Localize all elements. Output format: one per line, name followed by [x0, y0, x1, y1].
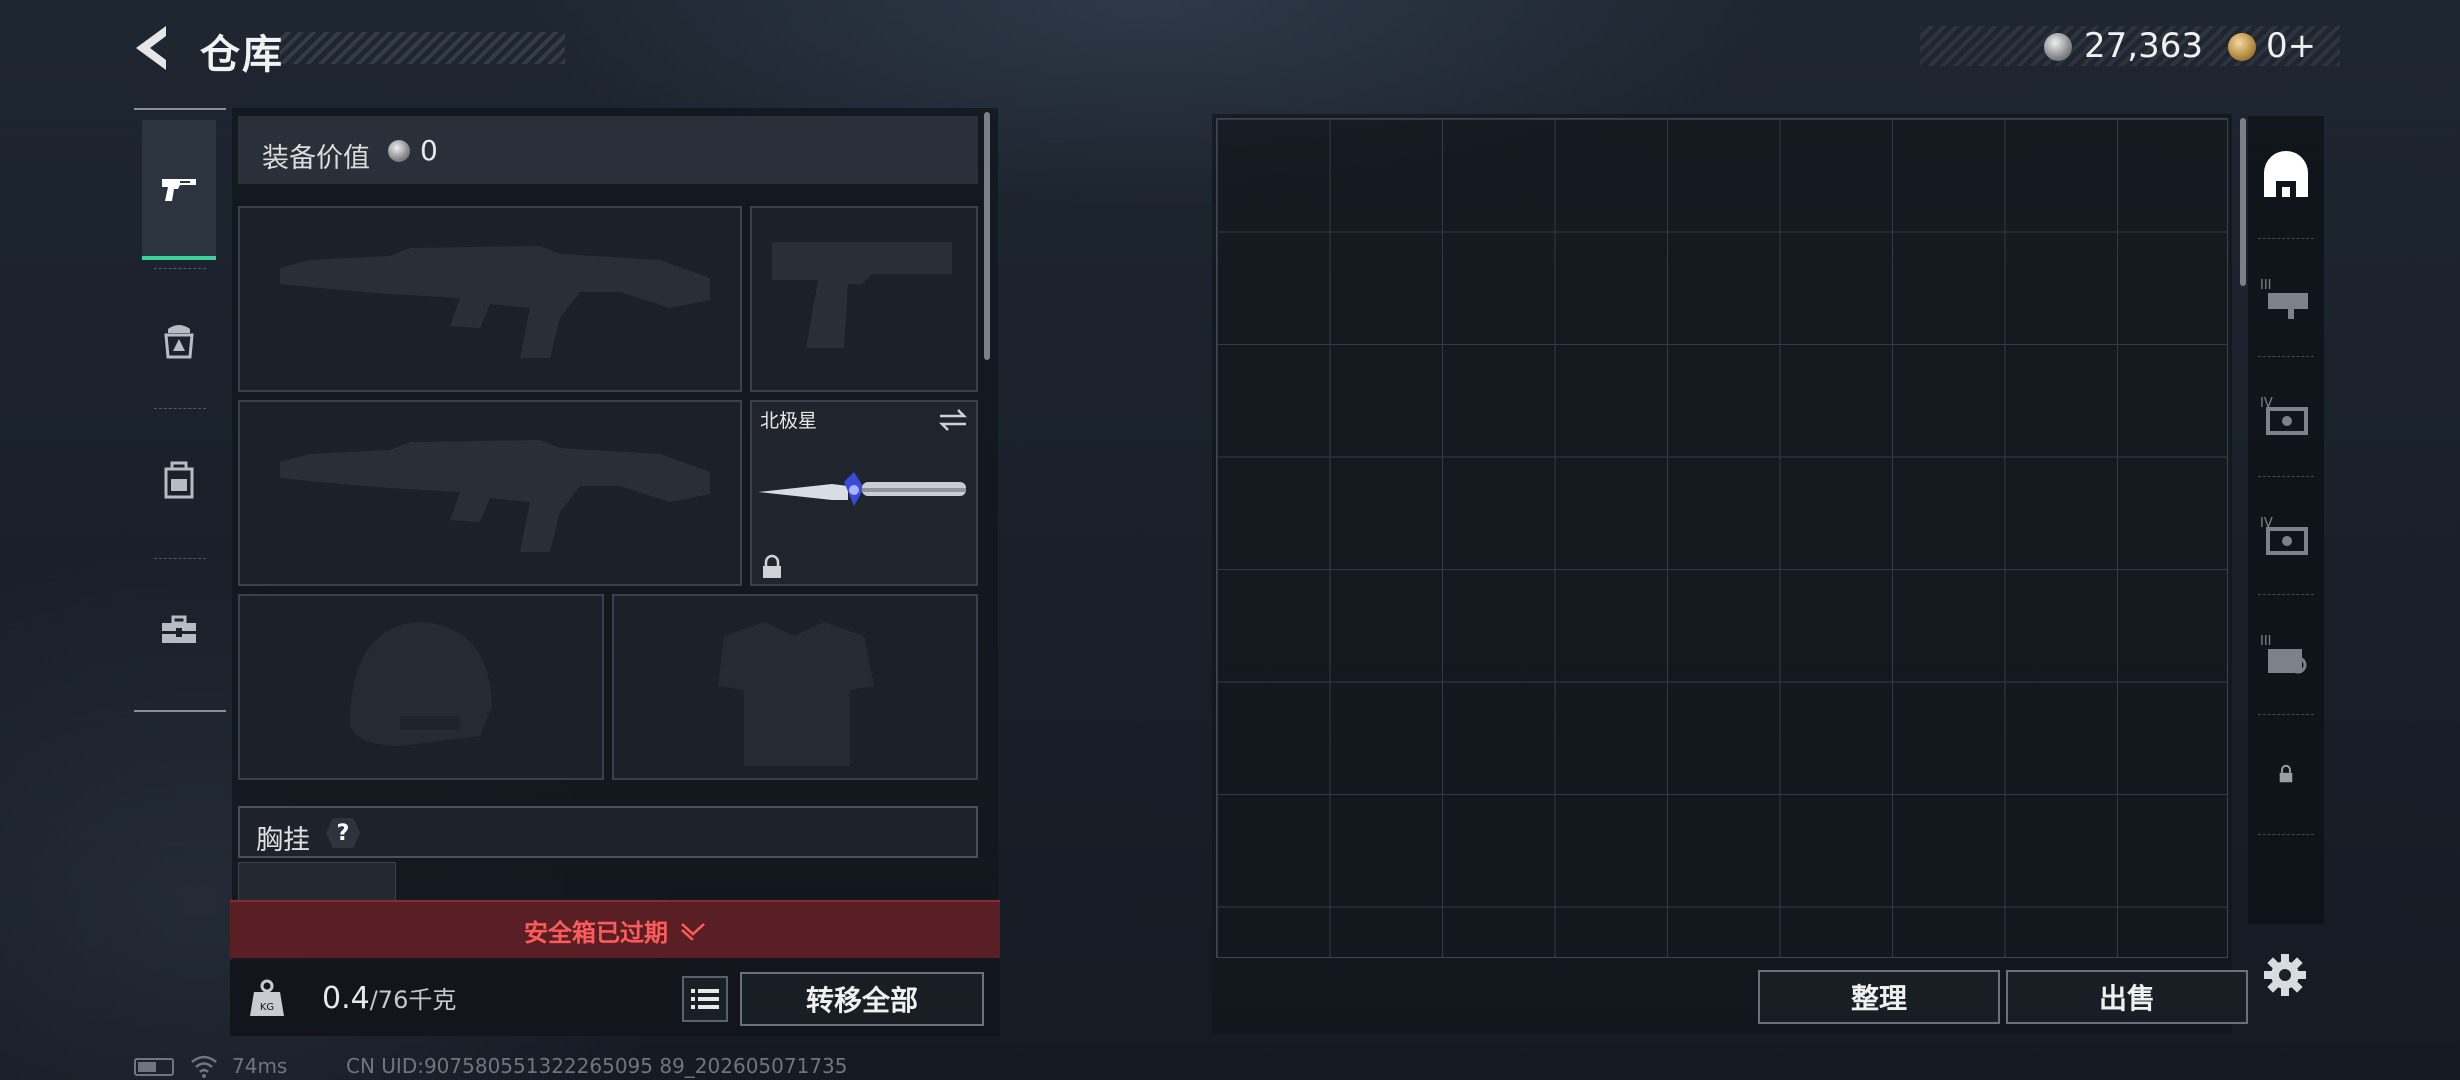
rifle-silhouette-icon: [280, 246, 710, 358]
armor-silhouette-icon: [718, 622, 874, 766]
storage-panel: 整理 出售: [1212, 114, 2248, 1034]
chest-rig-help-button[interactable]: ?: [326, 818, 360, 848]
storage-grid[interactable]: [1216, 118, 2228, 958]
weight-current: 0.4: [322, 981, 370, 1016]
lock-icon: [763, 554, 781, 578]
divider: [154, 558, 206, 559]
chest-rig-label: 胸挂: [256, 825, 310, 856]
rifle-silhouette-icon: [280, 440, 710, 552]
tab-storage-case-iv[interactable]: IV: [2248, 358, 2324, 474]
divider: [2258, 714, 2314, 715]
category-toolbox[interactable]: [142, 560, 216, 700]
category-backpack[interactable]: [142, 410, 216, 550]
primary-weapon-slot-2[interactable]: [238, 400, 742, 586]
equipment-value-header: 装备价值 0: [238, 116, 978, 184]
svg-text:III: III: [2260, 278, 2272, 293]
page-title: 仓库: [200, 32, 284, 78]
pistol-silhouette-icon: [772, 242, 952, 348]
divider: [2258, 834, 2314, 835]
divider: [154, 408, 206, 409]
ping-readout: 74ms: [232, 1054, 288, 1078]
storage-case-iv-icon: IV: [2260, 396, 2308, 435]
divider: [2258, 476, 2314, 477]
tab-storage-case-iv-alt[interactable]: IV: [2248, 478, 2324, 594]
storage-case-iii-icon: III: [2260, 278, 2308, 319]
list-icon: [691, 989, 719, 1009]
chevron-down-icon: [681, 923, 705, 940]
tab-warehouse[interactable]: [2248, 118, 2324, 234]
svg-text:III: III: [2260, 634, 2272, 649]
helmet-silhouette-icon: [350, 622, 492, 746]
title-decoration: [280, 32, 565, 64]
category-sidebar: [134, 108, 226, 712]
gold-coin-icon: [2228, 33, 2256, 61]
svg-text:KG: KG: [260, 1002, 274, 1013]
weight-max: /76千克: [369, 986, 457, 1014]
safebox-expired-text: 安全箱已过期: [524, 918, 668, 947]
silver-coin-icon: [2044, 33, 2072, 61]
equipment-panel: 装备价值 0 北极星 胸挂 ? 安全箱已过期 KG 0.4/76千克 转移全部: [230, 108, 1000, 1036]
category-weapons[interactable]: [142, 120, 216, 260]
storage-case-iii-alt-icon: III: [2260, 634, 2307, 674]
back-arrow-icon: [136, 26, 166, 70]
battery-icon: [134, 1058, 174, 1076]
back-button[interactable]: [130, 22, 178, 74]
settings-gear-icon[interactable]: [2262, 952, 2308, 998]
divider: [2258, 594, 2314, 595]
chest-rig-section: 胸挂 ?: [238, 806, 978, 858]
divider: [2258, 356, 2314, 357]
storage-scrollbar[interactable]: [2240, 118, 2246, 286]
tab-locked-slot[interactable]: [2248, 716, 2324, 832]
container-tabs: III IV IV III: [2248, 116, 2324, 924]
body-armor-slot[interactable]: [612, 594, 978, 780]
user-uid: CN UID:907580551322265095 89_20260507173…: [346, 1054, 848, 1078]
equipment-scrollbar[interactable]: [984, 112, 990, 360]
safebox-expired-banner[interactable]: 安全箱已过期: [230, 900, 1000, 958]
equipment-value-label: 装备价值: [262, 143, 370, 174]
chest-rig-slot[interactable]: [238, 862, 396, 902]
storage-case-iv-alt-icon: IV: [2260, 516, 2308, 555]
divider: [2258, 238, 2314, 239]
list-view-button[interactable]: [682, 976, 728, 1022]
melee-weapon-slot[interactable]: 北极星: [750, 400, 978, 586]
pistol-icon: [162, 179, 196, 201]
silver-currency-value: 27,363: [2084, 26, 2203, 66]
toolbox-icon: [162, 615, 196, 643]
equipment-bottom-bar: KG 0.4/76千克 转移全部: [230, 960, 1000, 1036]
weight-icon: KG: [250, 979, 284, 1016]
category-gear[interactable]: [142, 270, 216, 410]
sell-button[interactable]: 出售: [2006, 970, 2248, 1024]
backpack-icon: [164, 461, 194, 499]
weight-readout: 0.4/76千克: [322, 980, 456, 1016]
equipment-value: 0: [420, 134, 438, 167]
tab-storage-case-iii-alt[interactable]: III: [2248, 596, 2324, 712]
tab-storage-case-iii[interactable]: III: [2248, 240, 2324, 356]
divider: [154, 268, 206, 269]
helmet-slot[interactable]: [238, 594, 604, 780]
top-header: 仓库 27,363 0+: [0, 0, 2460, 100]
wifi-icon: [191, 1055, 217, 1078]
transfer-all-button[interactable]: 转移全部: [740, 972, 984, 1026]
knife-icon: [758, 472, 966, 506]
warehouse-icon: [2264, 151, 2308, 197]
gold-currency-value[interactable]: 0+: [2266, 26, 2316, 66]
sidearm-slot[interactable]: [750, 206, 978, 392]
silver-coin-icon: [388, 140, 410, 162]
lock-icon: [2279, 764, 2293, 783]
helmet-armor-icon: [164, 325, 194, 359]
sort-button[interactable]: 整理: [1758, 970, 2000, 1024]
primary-weapon-slot-1[interactable]: [238, 206, 742, 392]
